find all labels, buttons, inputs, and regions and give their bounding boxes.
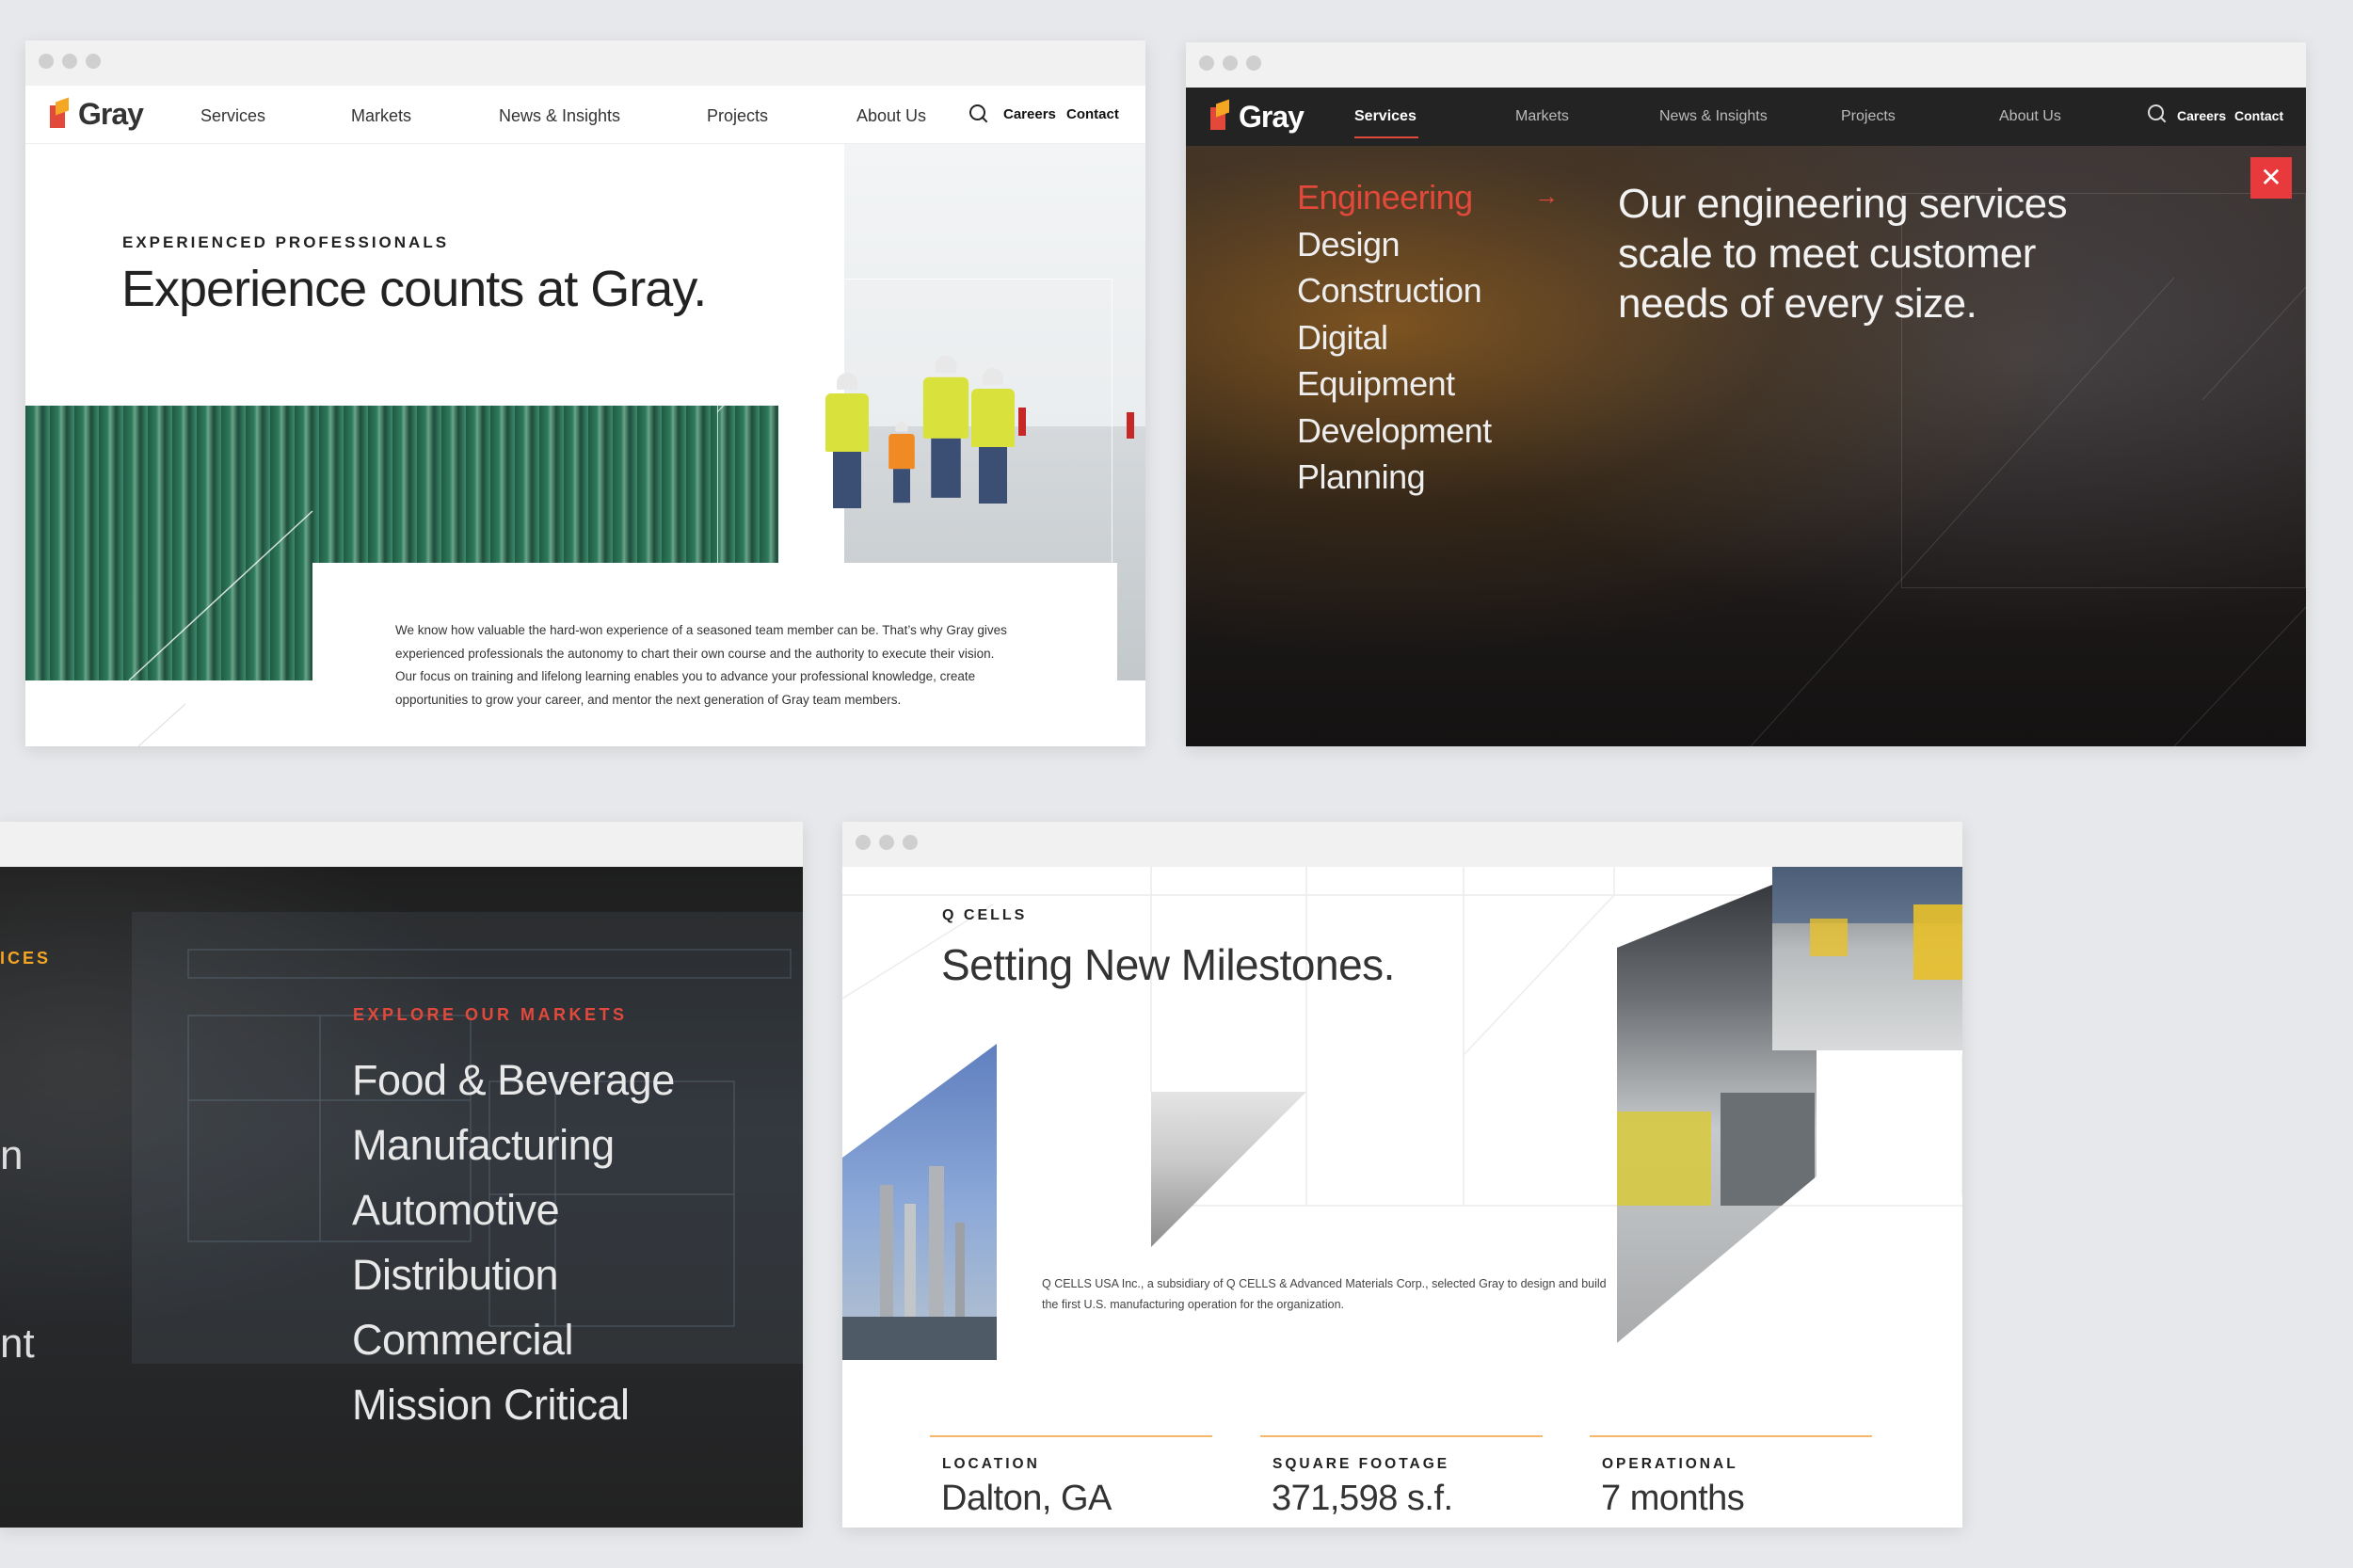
body-paragraph: We know how valuable the hard-won experi… [395, 623, 1007, 707]
submenu-item-digital[interactable]: Digital [1297, 314, 1492, 361]
stat-label: SQUARE FOOTAGE [1273, 1456, 1450, 1472]
stat-operational: OPERATIONAL 7 months [1590, 1435, 1872, 1519]
window-dot[interactable] [903, 835, 918, 850]
window-dot[interactable] [856, 835, 871, 850]
section-eyebrow: EXPERIENCED PROFESSIONALS [122, 233, 450, 251]
submenu-item-design[interactable]: Design [1297, 221, 1492, 268]
browser-chrome [0, 822, 803, 867]
stat-value: 7 months [1601, 1479, 1745, 1518]
project-title: Setting New Milestones. [941, 940, 1395, 989]
services-submenu: Engineering Design Construction Digital … [1297, 174, 1492, 501]
market-item-distribution[interactable]: Distribution [352, 1242, 675, 1307]
stat-value: 371,598 s.f. [1272, 1479, 1453, 1518]
submenu-item-engineering[interactable]: Engineering [1297, 174, 1492, 221]
arrow-right-icon: → [1534, 182, 1559, 210]
market-item-commercial[interactable]: Commercial [352, 1307, 675, 1372]
stat-label: OPERATIONAL [1602, 1456, 1738, 1472]
browser-window-markets-menu: ICES n nt EXPLORE OUR MARKETS Food & Bev… [0, 822, 803, 1528]
submenu-item-construction[interactable]: Construction [1297, 267, 1492, 314]
market-item-mission-critical[interactable]: Mission Critical [352, 1372, 675, 1437]
section-eyebrow-cropped: ICES [0, 949, 52, 968]
stat-value: Dalton, GA [941, 1479, 1112, 1518]
browser-window-services-menu: Gray Services Markets News & Insights Pr… [1186, 42, 2306, 746]
submenu-item-planning[interactable]: Planning [1297, 454, 1492, 501]
project-description: Q CELLS USA Inc., a subsidiary of Q CELL… [1042, 1277, 1607, 1311]
stat-square-footage: SQUARE FOOTAGE 371,598 s.f. [1260, 1435, 1543, 1519]
submenu-item-equipment[interactable]: Equipment [1297, 360, 1492, 408]
markets-submenu: Food & Beverage Manufacturing Automotive… [352, 1048, 675, 1437]
stat-location: LOCATION Dalton, GA [930, 1435, 1212, 1519]
browser-window-project: Q CELLS Setting New Milestones. Q CELLS … [842, 822, 1962, 1528]
cropped-menu-text: nt [0, 1320, 35, 1367]
page-title: Experience counts at Gray. [121, 261, 707, 317]
market-item-automotive[interactable]: Automotive [352, 1177, 675, 1242]
warehouse-aisle-photo [1772, 867, 1962, 1050]
cropped-menu-text: n [0, 1132, 24, 1178]
browser-chrome [842, 822, 1962, 867]
stat-label: LOCATION [942, 1456, 1040, 1472]
submenu-description: Our engineering services scale to meet c… [1618, 181, 2068, 327]
window-dot[interactable] [879, 835, 894, 850]
submenu-item-development[interactable]: Development [1297, 408, 1492, 455]
market-item-manufacturing[interactable]: Manufacturing [352, 1112, 675, 1177]
browser-window-experienced: Gray Services Markets News & Insights Pr… [25, 40, 1145, 746]
markets-eyebrow: EXPLORE OUR MARKETS [353, 1005, 628, 1024]
project-client: Q CELLS [942, 907, 1028, 923]
close-icon[interactable]: ✕ [2250, 157, 2292, 199]
market-item-food-beverage[interactable]: Food & Beverage [352, 1048, 675, 1112]
